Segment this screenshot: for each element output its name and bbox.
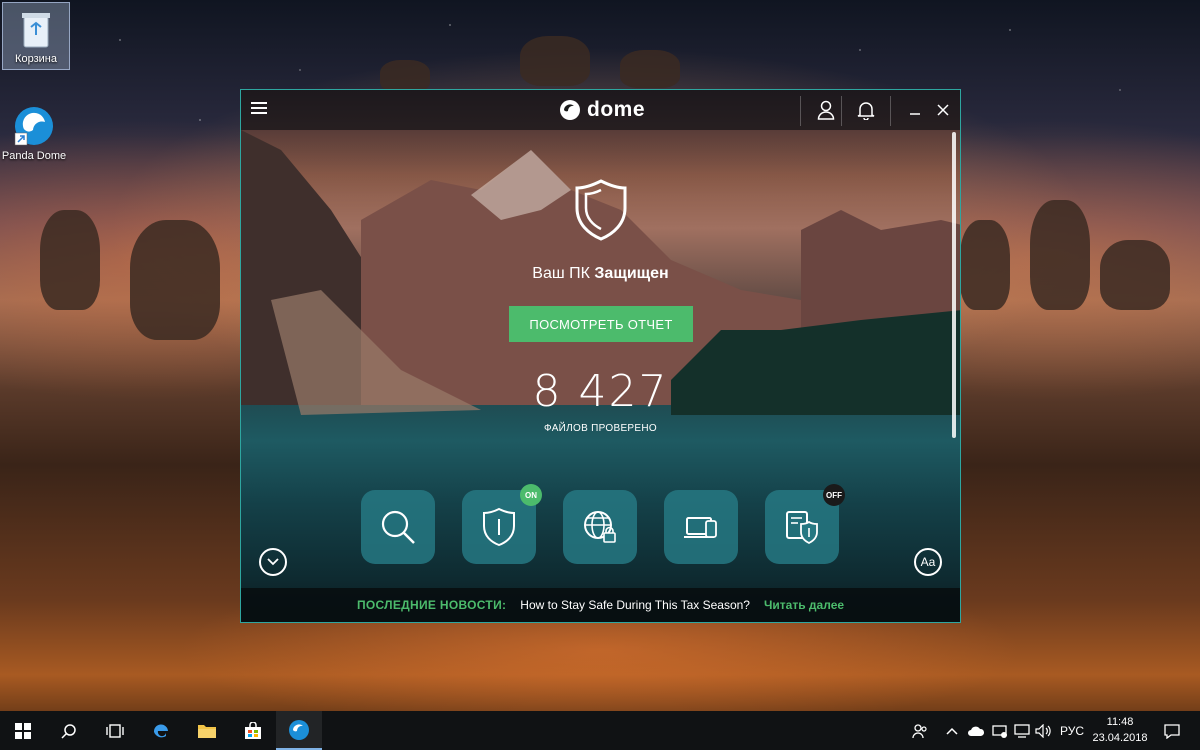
onedrive-button[interactable] xyxy=(966,723,986,739)
taskbar: РУС 11:48 23.04.2018 xyxy=(0,711,1200,750)
show-hidden-icons-button[interactable] xyxy=(944,723,960,739)
action-center-button[interactable] xyxy=(1160,723,1184,739)
web-protection-tile[interactable] xyxy=(563,490,637,564)
speaker-icon xyxy=(1035,724,1051,738)
devices-icon xyxy=(684,517,717,538)
edge-icon xyxy=(153,723,168,737)
wallpaper-rock xyxy=(520,36,590,86)
recycle-bin-icon xyxy=(14,7,58,51)
store-button[interactable] xyxy=(230,711,276,750)
search-button[interactable] xyxy=(46,711,92,750)
minimize-button[interactable] xyxy=(901,90,929,130)
search-icon xyxy=(61,723,76,739)
read-more-link[interactable]: Читать далее xyxy=(764,598,844,612)
wallpaper-rock xyxy=(1100,240,1170,310)
clock-date: 23.04.2018 xyxy=(1092,732,1148,744)
people-button[interactable] xyxy=(910,723,930,739)
antivirus-tile[interactable]: ON xyxy=(462,484,542,564)
wallpaper-rock xyxy=(1030,200,1090,310)
desktop-icon-label: Корзина xyxy=(15,53,57,65)
divider xyxy=(890,96,891,126)
panda-dome-taskbar-button[interactable] xyxy=(276,711,322,750)
shield-icon xyxy=(483,507,515,547)
panda-tray-icon xyxy=(992,725,1007,738)
globe-lock-icon xyxy=(584,511,616,543)
file-explorer-button[interactable] xyxy=(184,711,230,750)
panda-tray-button[interactable] xyxy=(990,723,1010,739)
hamburger-icon xyxy=(251,112,267,114)
search-icon xyxy=(381,510,415,544)
status-badge-off: OFF xyxy=(823,484,845,506)
close-icon xyxy=(937,104,949,116)
folder-icon xyxy=(198,724,216,738)
clock[interactable]: 11:48 23.04.2018 xyxy=(1090,714,1150,746)
status-badge-on: ON xyxy=(520,484,542,506)
windows-logo-icon xyxy=(15,722,31,739)
data-shield-tile[interactable]: OFF xyxy=(765,484,845,564)
panda-dome-window: dome Ваш ПК Защищен ПОСМОТРЕТЬ ОТЧЕТ 8 4… xyxy=(240,89,961,623)
bell-icon xyxy=(857,102,875,120)
menu-button[interactable] xyxy=(251,102,267,116)
devices-tile[interactable] xyxy=(664,490,738,564)
wallpaper-rock xyxy=(960,220,1010,310)
news-bar: ПОСЛЕДНИЕ НОВОСТИ: How to Stay Safe Duri… xyxy=(241,588,960,622)
language-indicator[interactable]: РУС xyxy=(1058,723,1086,739)
app-logo: dome xyxy=(559,98,645,122)
minimize-icon xyxy=(910,113,920,115)
protection-shield-icon xyxy=(575,179,627,241)
wallpaper-rock xyxy=(40,210,100,310)
files-checked-count: 8 427 xyxy=(532,366,669,417)
task-view-button[interactable] xyxy=(92,711,138,750)
network-button[interactable] xyxy=(1012,723,1032,739)
network-icon xyxy=(1014,724,1030,738)
expand-button[interactable] xyxy=(259,548,287,576)
store-icon xyxy=(245,721,261,739)
clock-time: 11:48 xyxy=(1106,716,1134,728)
hamburger-icon xyxy=(251,102,267,104)
desktop-icon-recycle-bin[interactable]: Корзина xyxy=(2,2,70,70)
people-icon xyxy=(912,724,927,739)
status-prefix: Ваш ПК xyxy=(532,265,590,282)
scan-tile[interactable] xyxy=(361,490,435,564)
wallpaper-rock xyxy=(620,50,680,88)
edge-browser-button[interactable] xyxy=(138,711,184,750)
protection-status: Ваш ПК Защищен xyxy=(241,265,960,283)
logo-text: dome xyxy=(587,98,646,121)
news-label: ПОСЛЕДНИЕ НОВОСТИ: xyxy=(356,598,507,612)
title-bar: dome xyxy=(241,90,960,130)
news-headline[interactable]: How to Stay Safe During This Tax Season? xyxy=(520,598,750,612)
notifications-button[interactable] xyxy=(842,90,890,130)
desktop-icon-panda-dome[interactable]: Panda Dome xyxy=(0,100,68,170)
wallpaper-rock xyxy=(380,60,430,92)
view-report-button[interactable]: ПОСМОТРЕТЬ ОТЧЕТ xyxy=(509,306,693,342)
panda-dome-icon xyxy=(289,719,309,740)
panda-dome-icon xyxy=(12,104,56,148)
chevron-up-icon xyxy=(946,727,958,735)
hamburger-icon xyxy=(251,107,267,109)
volume-button[interactable] xyxy=(1034,723,1054,739)
font-size-button[interactable]: Aa xyxy=(914,548,942,576)
cloud-icon xyxy=(968,726,985,736)
wallpaper-rock xyxy=(130,220,220,340)
start-button[interactable] xyxy=(0,711,46,750)
dome-logo-icon xyxy=(560,100,580,120)
desktop-icon-label: Panda Dome xyxy=(1,150,67,162)
chevron-down-icon xyxy=(267,558,279,566)
document-shield-icon xyxy=(786,511,818,545)
task-view-icon xyxy=(106,723,124,738)
notification-icon xyxy=(1164,724,1180,739)
user-icon xyxy=(817,100,835,120)
close-button[interactable] xyxy=(929,90,957,130)
files-checked-label: ФАЙЛОВ ПРОВЕРЕНО xyxy=(544,423,657,434)
status-value: Защищен xyxy=(594,265,669,282)
